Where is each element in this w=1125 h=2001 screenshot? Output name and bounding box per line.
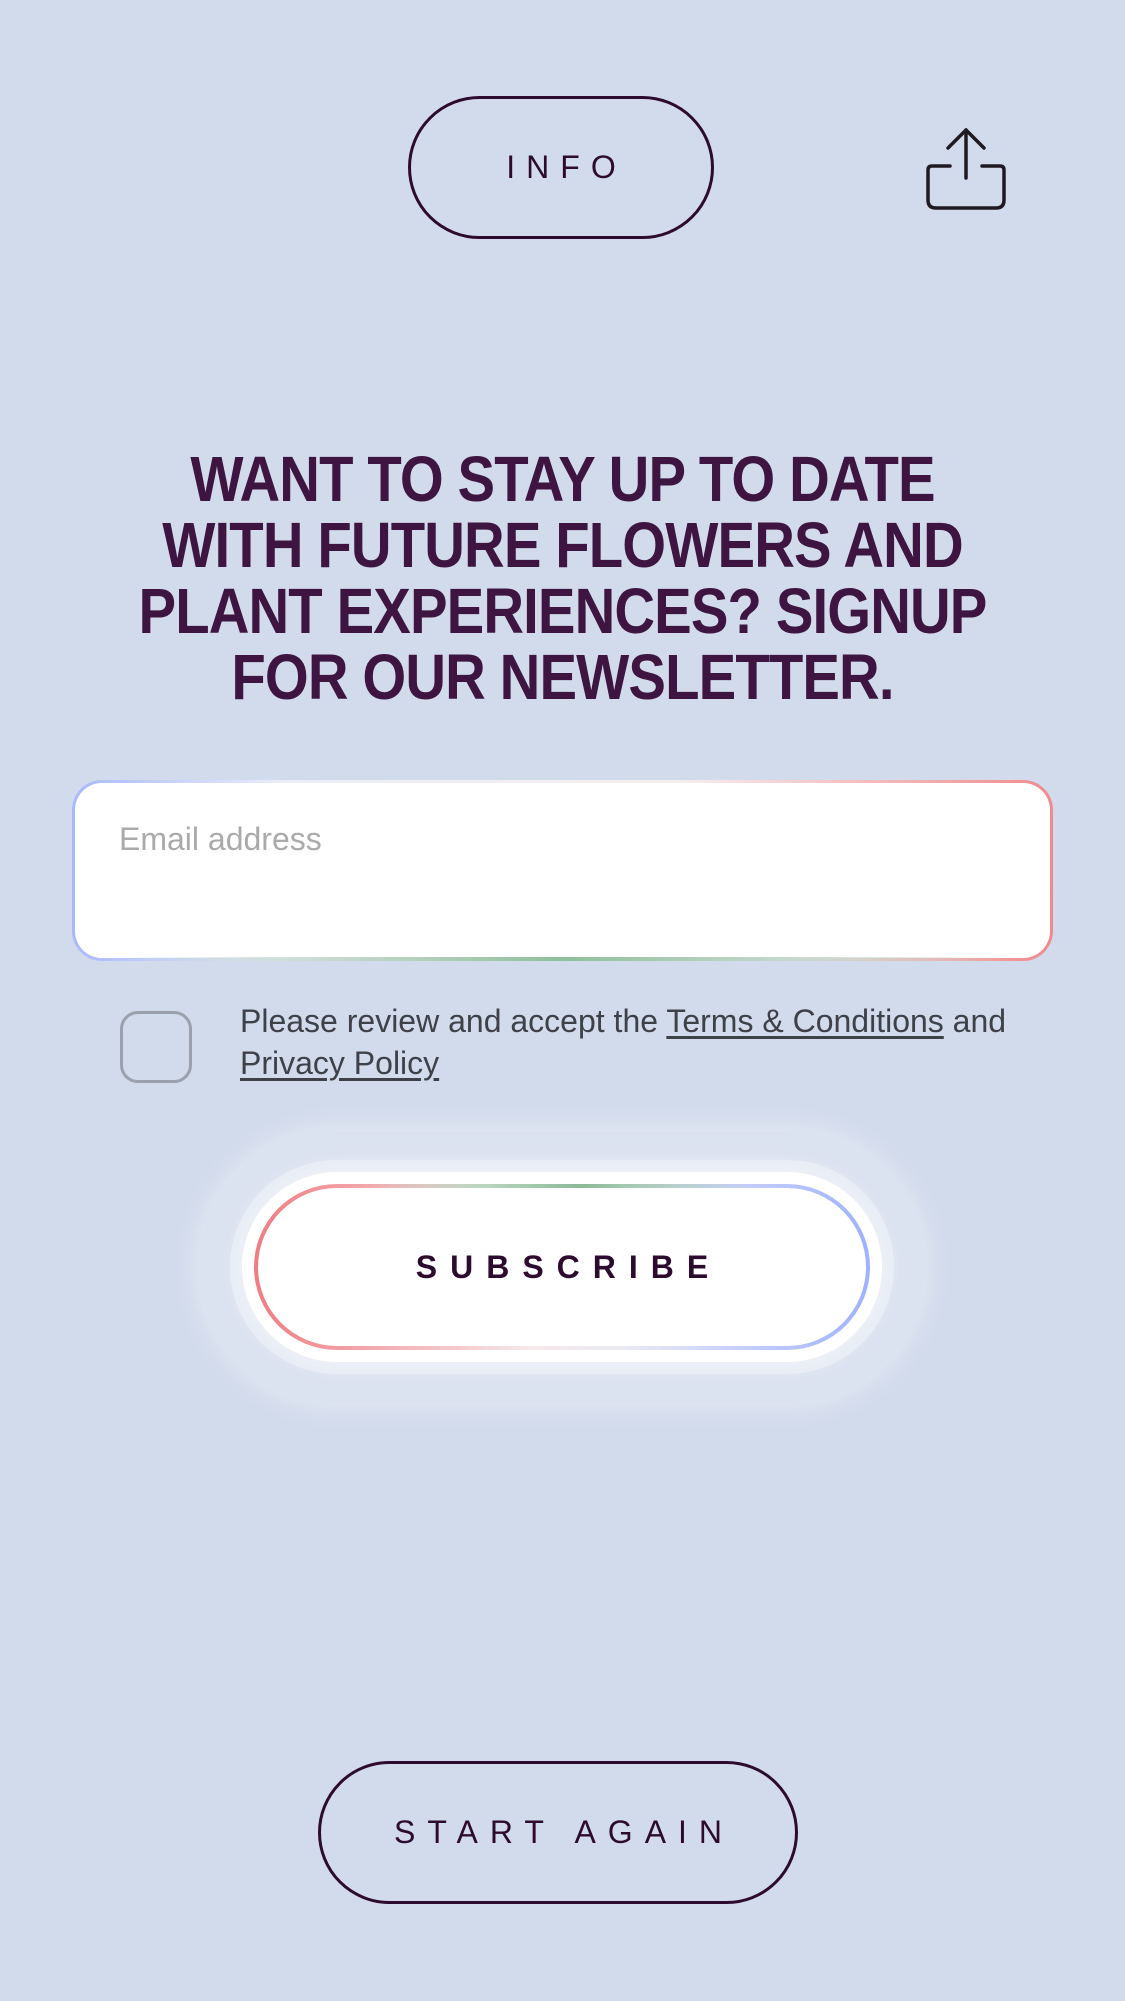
privacy-policy-link[interactable]: Privacy Policy (240, 1045, 439, 1081)
terms-middle: and (943, 1003, 1007, 1039)
terms-checkbox[interactable] (120, 1011, 192, 1083)
terms-conditions-link[interactable]: Terms & Conditions (666, 1003, 943, 1039)
subscribe-button[interactable]: SUBSCRIBE (258, 1188, 866, 1346)
share-button[interactable] (924, 126, 1008, 212)
subscribe-ring: SUBSCRIBE (254, 1184, 870, 1350)
terms-prefix: Please review and accept the (240, 1003, 667, 1039)
start-again-button[interactable]: START AGAIN (318, 1761, 798, 1904)
page-title: WANT TO STAY UP TO DATE WITH FUTURE FLOW… (138, 443, 988, 713)
terms-text: Please review and accept the Terms & Con… (240, 1000, 1030, 1084)
info-button[interactable]: INFO (408, 96, 714, 239)
share-icon (926, 128, 1006, 210)
email-field-frame (72, 780, 1053, 961)
email-field[interactable] (75, 783, 1050, 958)
